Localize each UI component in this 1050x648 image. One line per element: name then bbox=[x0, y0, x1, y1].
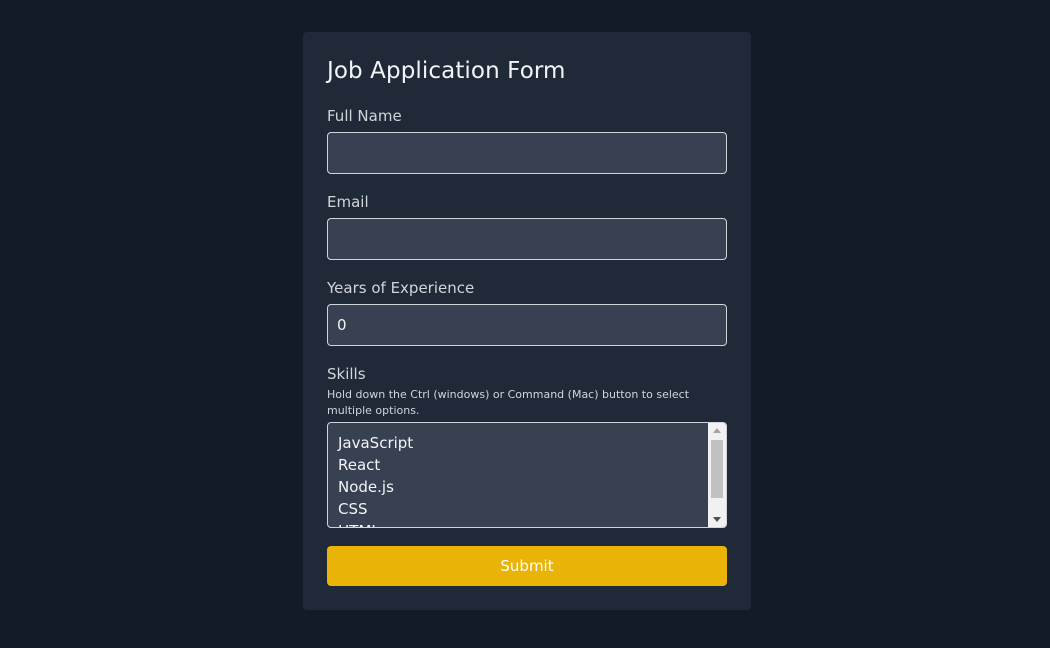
job-application-card: Job Application Form Full Name Email Yea… bbox=[303, 32, 751, 610]
full-name-label: Full Name bbox=[327, 107, 402, 125]
experience-input[interactable]: 0 bbox=[327, 304, 727, 346]
skill-option-css[interactable]: CSS bbox=[338, 498, 706, 520]
skill-option-nodejs[interactable]: Node.js bbox=[338, 476, 706, 498]
scrollbar-thumb[interactable] bbox=[711, 440, 723, 498]
email-input[interactable] bbox=[327, 218, 727, 260]
skill-option-html[interactable]: HTML bbox=[338, 520, 706, 527]
skills-scrollbar[interactable] bbox=[708, 423, 726, 527]
skill-option-react[interactable]: React bbox=[338, 454, 706, 476]
full-name-input[interactable] bbox=[327, 132, 727, 174]
email-label: Email bbox=[327, 193, 369, 211]
form-title: Job Application Form bbox=[327, 58, 566, 84]
skills-hint: Hold down the Ctrl (windows) or Command … bbox=[327, 388, 690, 417]
submit-button[interactable]: Submit bbox=[327, 546, 727, 586]
skills-select[interactable]: JavaScript React Node.js CSS HTML bbox=[327, 422, 727, 528]
skills-label: Skills bbox=[327, 365, 366, 383]
experience-label: Years of Experience bbox=[327, 279, 475, 297]
skill-option-javascript[interactable]: JavaScript bbox=[338, 432, 706, 454]
scroll-up-arrow-icon[interactable] bbox=[713, 428, 721, 433]
scroll-down-arrow-icon[interactable] bbox=[713, 517, 721, 522]
skills-options: JavaScript React Node.js CSS HTML bbox=[338, 432, 706, 527]
